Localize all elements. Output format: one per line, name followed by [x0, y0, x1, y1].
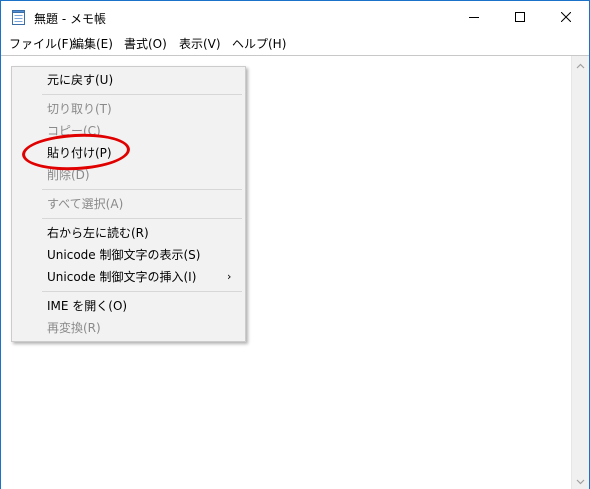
close-icon: [560, 11, 572, 25]
menu-file[interactable]: ファイル(F): [9, 36, 73, 53]
scroll-up-button[interactable]: [572, 56, 589, 73]
ctx-show-unicode-control-label: Unicode 制御文字の表示(S): [47, 248, 201, 262]
vertical-scrollbar[interactable]: [571, 56, 589, 489]
ctx-select-all: すべて選択(A): [12, 193, 245, 215]
ctx-undo-label: 元に戻す(U): [47, 73, 114, 87]
ctx-rtl-reading[interactable]: 右から左に読む(R): [12, 222, 245, 244]
ctx-select-all-label: すべて選択(A): [47, 197, 124, 211]
context-menu: 元に戻す(U) 切り取り(T) コピー(C) 貼り付け(P) 削除(D) すべて…: [11, 66, 246, 342]
ctx-open-ime-label: IME を開く(O): [47, 299, 128, 313]
ctx-open-ime[interactable]: IME を開く(O): [12, 295, 245, 317]
window-title: 無題 - メモ帳: [34, 12, 106, 26]
notepad-icon: [12, 10, 25, 25]
chevron-down-icon: [576, 474, 585, 488]
menu-separator: [42, 218, 242, 219]
menu-separator: [42, 189, 242, 190]
ctx-cut: 切り取り(T): [12, 98, 245, 120]
close-button[interactable]: [543, 1, 589, 34]
menu-view[interactable]: 表示(V): [179, 36, 221, 53]
chevron-right-icon: ›: [227, 270, 232, 283]
menu-edit[interactable]: 編集(E): [72, 36, 113, 53]
minimize-button[interactable]: [451, 1, 497, 34]
ctx-reconvert-label: 再変換(R): [47, 321, 101, 335]
ctx-show-unicode-control[interactable]: Unicode 制御文字の表示(S): [12, 244, 245, 266]
ctx-undo[interactable]: 元に戻す(U): [12, 69, 245, 91]
minimize-icon: [469, 11, 479, 25]
ctx-insert-unicode-control-label: Unicode 制御文字の挿入(I): [47, 270, 197, 284]
menu-separator: [42, 94, 242, 95]
menu-help[interactable]: ヘルプ(H): [232, 36, 286, 53]
chevron-up-icon: [576, 58, 585, 72]
title-bar[interactable]: 無題 - メモ帳: [1, 1, 589, 34]
menu-format[interactable]: 書式(O): [124, 36, 167, 53]
maximize-icon: [515, 11, 525, 25]
maximize-button[interactable]: [497, 1, 543, 34]
scroll-down-button[interactable]: [572, 472, 589, 489]
menu-bar: ファイル(F) 編集(E) 書式(O) 表示(V) ヘルプ(H): [1, 34, 589, 54]
menu-separator: [42, 291, 242, 292]
ctx-rtl-reading-label: 右から左に読む(R): [47, 226, 149, 240]
ctx-insert-unicode-control[interactable]: Unicode 制御文字の挿入(I) ›: [12, 266, 245, 288]
ctx-cut-label: 切り取り(T): [47, 102, 112, 116]
ctx-reconvert: 再変換(R): [12, 317, 245, 339]
